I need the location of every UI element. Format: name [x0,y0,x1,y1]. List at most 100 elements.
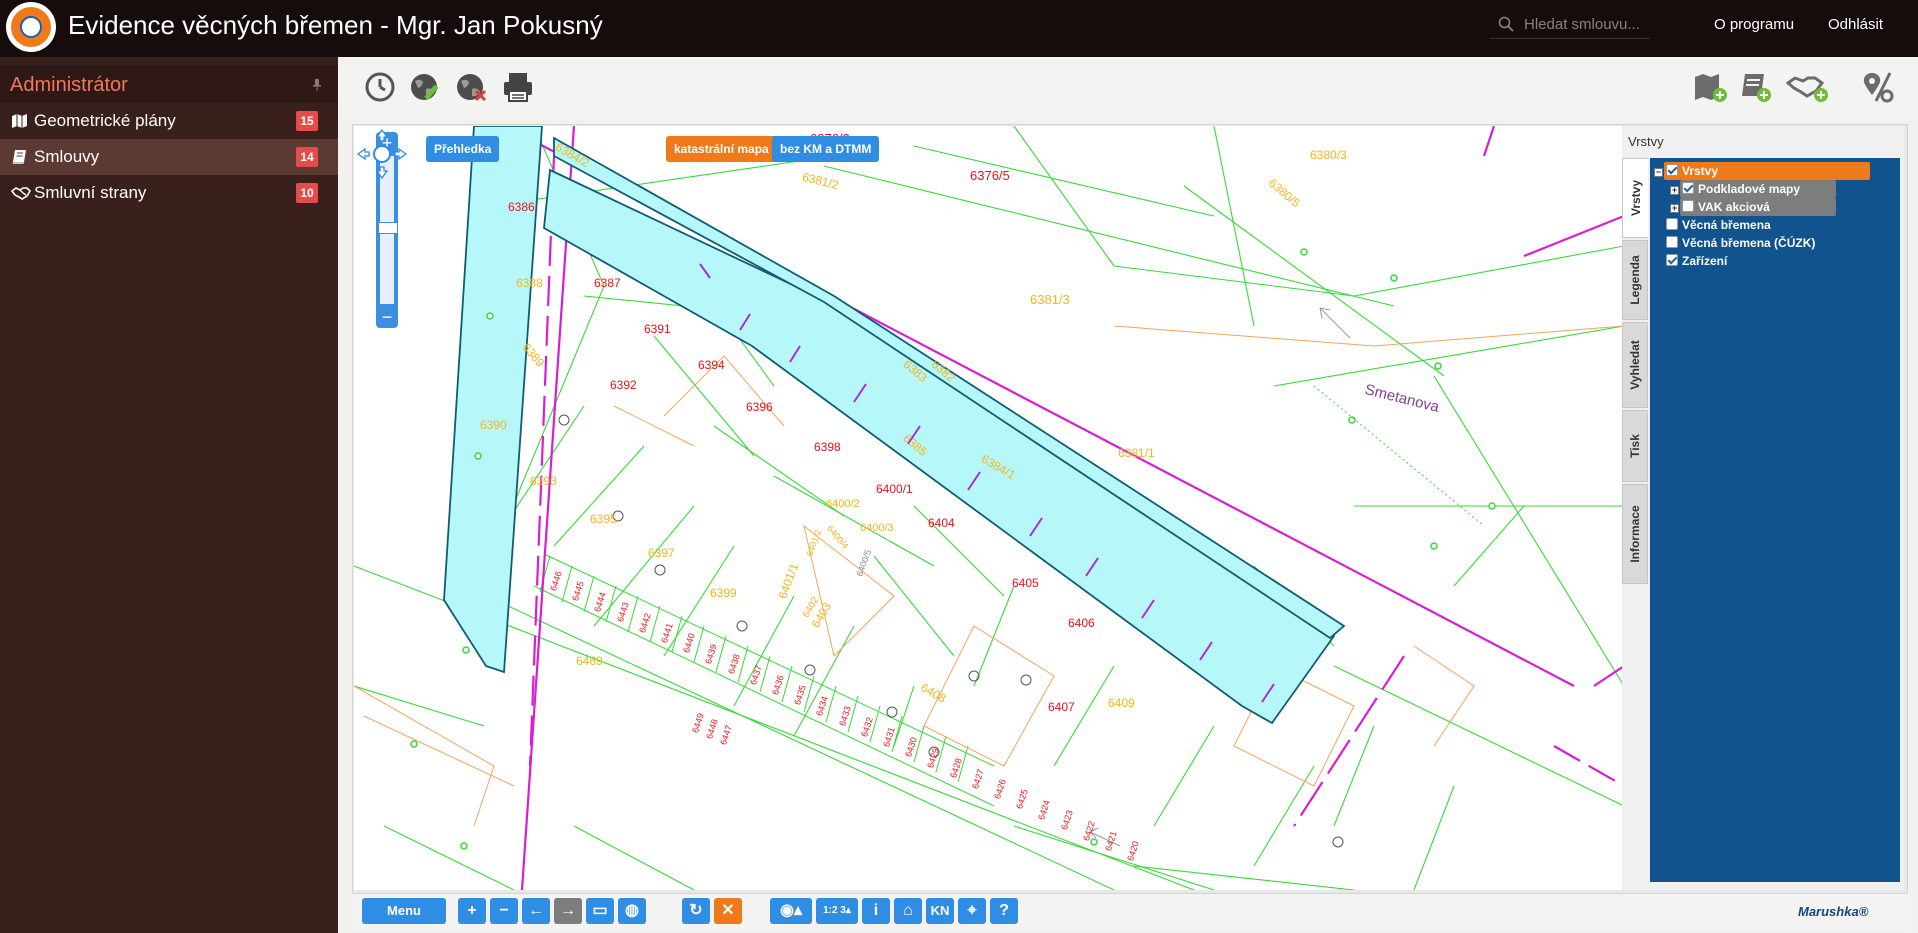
layer-visibility-icon[interactable]: ◉▴ [770,898,812,924]
tab-search[interactable]: Vyhledat [1622,322,1648,408]
layer-label: Zařízení [1682,254,1728,268]
info-button[interactable]: i [862,898,890,924]
pin-icon[interactable] [312,79,322,91]
close-icon[interactable]: ✕ [714,898,742,924]
overview-button[interactable]: Přehledka [426,136,500,162]
sidebar-item-geometric-plans[interactable]: Geometrické plány 15 [0,103,338,139]
add-party-handshake-icon[interactable] [1786,69,1830,105]
parcel-label: 6387 [594,276,621,290]
count-badge: 15 [296,111,318,131]
sidebar-item-contracts[interactable]: Smlouvy 14 [0,139,338,175]
globe-edit-icon[interactable] [408,69,444,105]
tab-print[interactable]: Tisk [1622,410,1648,482]
without-km-dtmm-button[interactable]: bez KM a DTMM [772,136,880,162]
parcel-label: 6409 [1108,696,1135,710]
layer-checkbox[interactable] [1666,236,1678,248]
logout-link[interactable]: Odhlásit [1828,16,1883,33]
locate-icon[interactable]: ⌖ [958,898,986,924]
refresh-icon[interactable]: ↻ [682,898,710,924]
handshake-icon [11,187,31,200]
layer-label: Vrstvy [1682,164,1719,178]
layer-label: VAK akciová [1698,200,1770,214]
layer-checkbox[interactable] [1666,254,1678,266]
about-link[interactable]: O programu [1714,16,1794,33]
add-map-icon[interactable] [1692,69,1728,105]
scale-label: 1:2 3 [823,905,846,916]
parcel-label: 6390 [480,418,507,432]
parcel-label: 6392 [610,378,637,392]
tab-label: Legenda [1628,255,1642,305]
parcel-label: 6397 [648,546,675,560]
search-input[interactable] [1524,12,1650,36]
expand-icon[interactable]: + [1670,204,1679,213]
tab-information[interactable]: Informace [1622,484,1648,584]
app-title: Evidence věcných břemen - Mgr. Jan Pokus… [68,10,603,40]
layer-checkbox[interactable] [1666,164,1678,176]
tag-icon[interactable]: ⌂ [894,898,922,924]
back-arrow-icon[interactable]: ← [522,898,550,924]
search-icon [1498,16,1514,32]
parcel-label: 6391 [644,322,671,336]
parcel-label: 6381/1 [1118,446,1155,460]
parcel-label: 6407 [1048,700,1075,714]
parcel-label: 6376/5 [970,168,1010,183]
sidebar-item-contract-parties[interactable]: Smluvní strany 10 [0,175,338,211]
layer-label: Věcná břemena (ČÚZK) [1682,236,1816,250]
count-badge: 10 [296,183,318,203]
search-box[interactable] [1490,10,1650,39]
location-settings-icon[interactable] [1860,69,1896,105]
history-clock-icon[interactable] [362,69,398,105]
menu-button[interactable]: Menu [362,898,446,924]
parcel-label: 6399 [710,586,737,600]
sidebar-item-label: Geometrické plány [34,111,176,130]
sidebar-item-label: Smluvní strany [34,183,147,202]
pan-control[interactable] [354,126,410,182]
parcel-label: 6395 [590,512,617,526]
zoom-rectangle-icon[interactable]: ▭ [586,898,614,924]
map-toolbar [338,57,1918,121]
app-logo[interactable] [6,2,56,52]
parcel-label: 6405 [1012,576,1039,590]
forward-arrow-icon[interactable]: → [554,898,582,924]
kn-button[interactable]: KN [926,898,954,924]
parcel-label: 6380/3 [1310,148,1347,162]
scale-dropdown[interactable]: 1:2 3▴ [816,898,858,924]
cadastral-map-button[interactable]: katastrální mapa [666,136,777,162]
layer-checkbox[interactable] [1682,182,1694,194]
tab-layers[interactable]: Vrstvy [1622,158,1648,238]
zoom-out-button[interactable]: − [490,898,518,924]
layer-checkbox[interactable] [1666,218,1678,230]
globe-icon[interactable]: ◍ [618,898,646,924]
collapse-icon[interactable]: − [1654,168,1663,177]
parcel-label: 6396 [746,400,773,414]
tab-legend[interactable]: Legenda [1622,240,1648,320]
layer-label: Podkladové mapy [1698,182,1801,196]
add-contract-icon[interactable] [1736,69,1772,105]
parcel-label: 6398 [814,440,841,454]
print-icon[interactable] [500,69,536,105]
layers-tree: − + + Vrstvy Podkladové mapy VAK akciová… [1650,158,1900,882]
parcel-label: 6393 [530,474,557,488]
layers-panel-title: Vrstvy [1628,134,1664,149]
parcel-label: 6400/1 [876,482,913,496]
expand-icon[interactable]: + [1670,186,1679,195]
count-badge: 14 [296,147,318,167]
zoom-out-icon[interactable]: − [376,306,398,328]
logo-ring [11,7,51,47]
zoom-handle[interactable] [378,222,398,234]
sidebar-header: Administrátor [0,65,338,103]
map-canvas[interactable]: 6376/36376/56380/36380/56384/26381/26386… [354,126,1624,890]
tab-label: Informace [1628,505,1642,563]
globe-remove-icon[interactable] [454,69,490,105]
help-button[interactable]: ? [990,898,1018,924]
layer-checkbox[interactable] [1682,200,1694,212]
parcel-label: 6381/3 [1030,292,1070,307]
sidebar: Administrátor Geometrické plány 15 Smlou… [0,57,338,933]
parcel-label: 6404 [928,516,955,530]
zoom-in-button[interactable]: + [458,898,486,924]
parcel-label: 6400/2 [826,498,860,510]
tab-label: Vrstvy [1628,179,1643,217]
top-bar: Evidence věcných břemen - Mgr. Jan Pokus… [0,0,1918,57]
tab-label: Tisk [1628,434,1642,458]
parcel-label: 6469 [576,654,603,668]
